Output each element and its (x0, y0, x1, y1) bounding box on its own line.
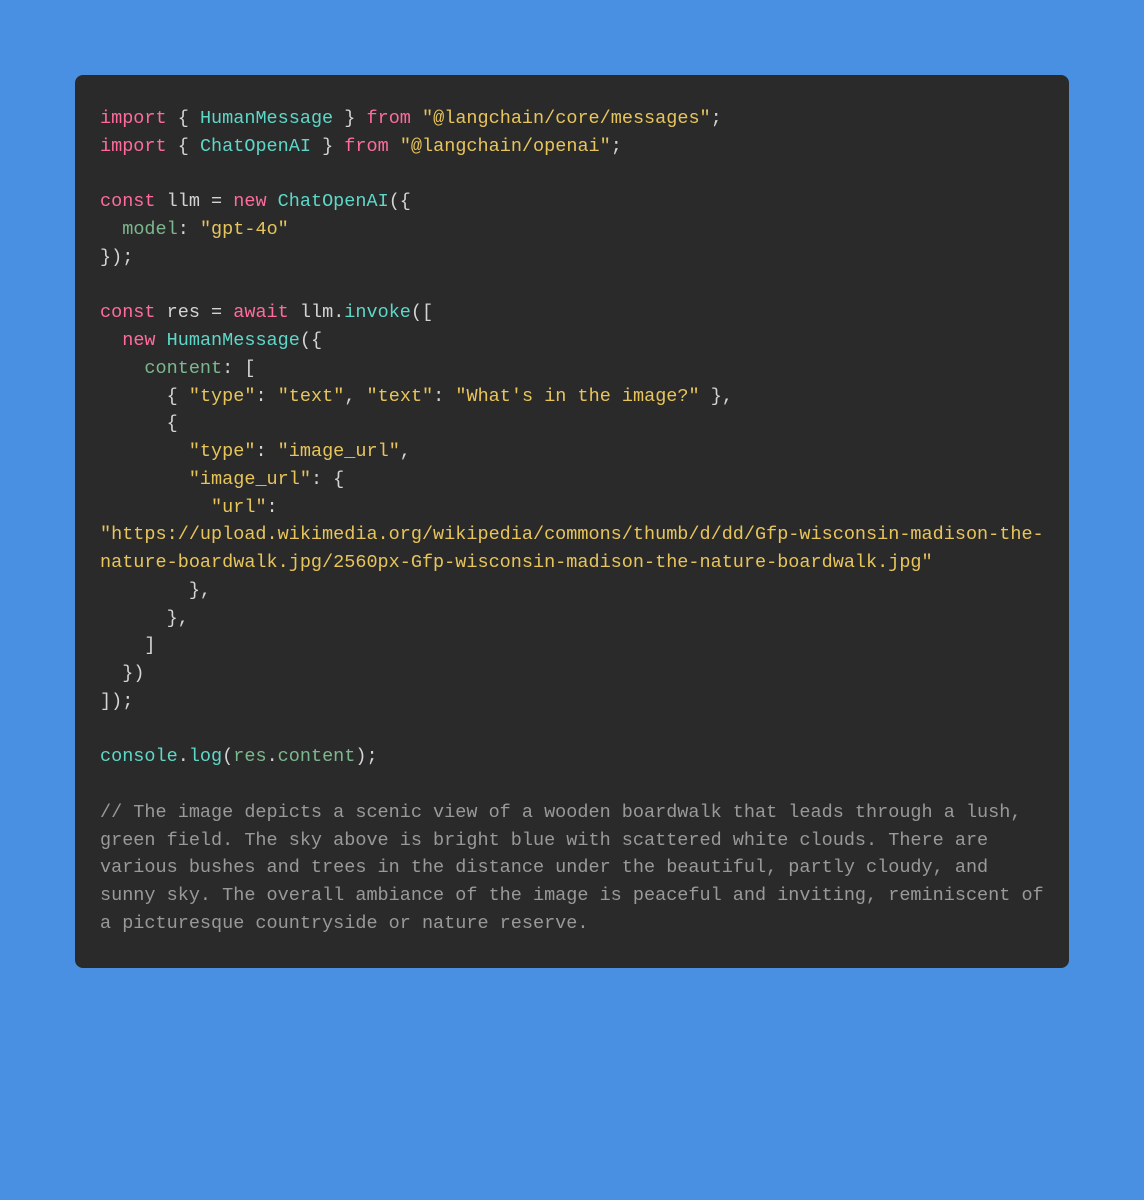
code-content: import { HumanMessage } from "@langchain… (100, 105, 1044, 938)
text-key: "text" (367, 386, 434, 407)
await-keyword: await (233, 302, 289, 323)
variable-res: res (156, 302, 212, 323)
colon-brace: : { (311, 469, 344, 490)
close-paren: }) (100, 663, 144, 684)
paren: ( (222, 746, 233, 767)
close-paren: ); (355, 746, 377, 767)
code-block: import { HumanMessage } from "@langchain… (75, 75, 1069, 968)
type-value: "text" (278, 386, 345, 407)
human-message-class: HumanMessage (200, 108, 333, 129)
equals: = (211, 302, 233, 323)
content-property: content (144, 358, 222, 379)
equals: = (211, 191, 233, 212)
chat-openai-class: ChatOpenAI (278, 191, 389, 212)
close-brace: }, (100, 608, 189, 629)
close-brace: }, (700, 386, 733, 407)
model-value: "gpt-4o" (200, 219, 289, 240)
url-value: "https://upload.wikimedia.org/wikipedia/… (100, 524, 1044, 573)
invoke-method: invoke (344, 302, 411, 323)
const-keyword: const (100, 191, 156, 212)
from-keyword: from (366, 108, 410, 129)
package-string: "@langchain/core/messages" (422, 108, 711, 129)
brace: } (333, 108, 366, 129)
semicolon: ; (611, 136, 622, 157)
colon: : (255, 441, 277, 462)
from-keyword: from (344, 136, 388, 157)
comma: , (400, 441, 411, 462)
colon: : (267, 497, 278, 518)
close-brace: }); (100, 247, 133, 268)
console-object: console (100, 746, 178, 767)
brace: { (167, 136, 200, 157)
close-bracket-paren: ]); (100, 691, 133, 712)
const-keyword: const (100, 302, 156, 323)
new-keyword: new (122, 330, 155, 351)
log-method: log (189, 746, 222, 767)
import-keyword: import (100, 108, 167, 129)
type-key: "type" (189, 441, 256, 462)
human-message-class: HumanMessage (167, 330, 300, 351)
image-url-key: "image_url" (189, 469, 311, 490)
variable-llm: llm (289, 302, 333, 323)
variable-llm: llm (156, 191, 212, 212)
colon: : (433, 386, 455, 407)
dot: . (178, 746, 189, 767)
res-variable: res (233, 746, 266, 767)
text-value: "What's in the image?" (455, 386, 699, 407)
url-key: "url" (211, 497, 267, 518)
paren: ({ (300, 330, 322, 351)
colon-bracket: : [ (222, 358, 255, 379)
colon: : (255, 386, 277, 407)
open-brace: { (100, 413, 178, 434)
type-value: "image_url" (278, 441, 400, 462)
colon: : (178, 219, 200, 240)
import-keyword: import (100, 136, 167, 157)
paren: ([ (411, 302, 433, 323)
type-key: "type" (189, 386, 256, 407)
close-brace: }, (100, 580, 211, 601)
comma: , (344, 386, 366, 407)
content-property: content (278, 746, 356, 767)
close-bracket: ] (100, 635, 156, 656)
new-keyword: new (233, 191, 266, 212)
paren: ({ (389, 191, 411, 212)
dot: . (333, 302, 344, 323)
semicolon: ; (711, 108, 722, 129)
package-string: "@langchain/openai" (400, 136, 611, 157)
brace: } (311, 136, 344, 157)
model-property: model (122, 219, 178, 240)
brace: { (167, 108, 200, 129)
chat-openai-class: ChatOpenAI (200, 136, 311, 157)
output-comment: // The image depicts a scenic view of a … (100, 802, 1055, 934)
dot: . (267, 746, 278, 767)
